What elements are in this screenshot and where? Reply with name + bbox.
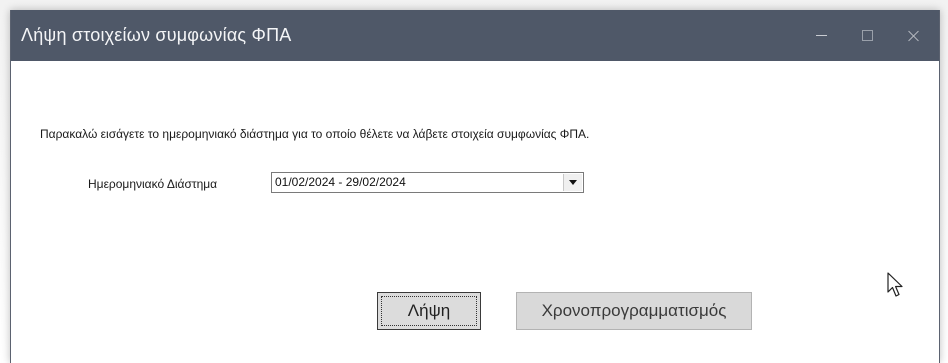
date-range-value: 01/02/2024 - 29/02/2024: [275, 175, 406, 189]
date-range-dropdown[interactable]: 01/02/2024 - 29/02/2024: [271, 172, 584, 193]
date-range-label: Ημερομηνιακό Διάστημα: [88, 177, 218, 191]
maximize-button[interactable]: [844, 10, 890, 61]
chevron-down-icon: [569, 180, 577, 185]
schedule-button[interactable]: Χρονοπρογραμματισμός: [516, 292, 752, 330]
close-icon: [908, 30, 920, 42]
get-button[interactable]: Λήψη: [377, 292, 481, 330]
maximize-icon: [861, 30, 873, 41]
close-button[interactable]: [891, 10, 937, 61]
minimize-button[interactable]: [798, 10, 844, 61]
dropdown-arrow-button[interactable]: [563, 174, 582, 191]
instruction-text: Παρακαλώ εισάγετε το ημερομηνιακό διάστη…: [40, 127, 590, 141]
get-button-label: Λήψη: [381, 296, 477, 326]
dialog-window: Λήψη στοιχείων συμφωνίας ΦΠΑ Παρακαλώ ει…: [10, 10, 940, 363]
minimize-icon: [815, 35, 827, 36]
mouse-pointer-icon: [887, 272, 903, 297]
title-bar[interactable]: Λήψη στοιχείων συμφωνίας ΦΠΑ: [11, 10, 939, 61]
window-title: Λήψη στοιχείων συμφωνίας ΦΠΑ: [21, 25, 292, 45]
